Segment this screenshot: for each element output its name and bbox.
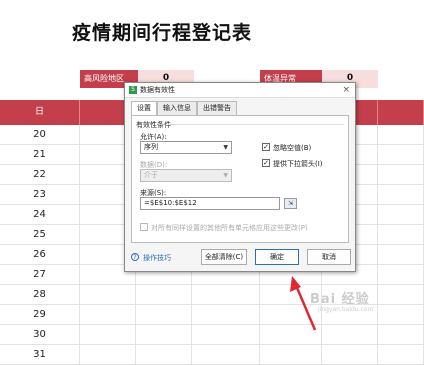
table-cell[interactable] bbox=[80, 345, 136, 365]
watermark-url: jingyan.baidu.com bbox=[318, 306, 374, 313]
table-cell[interactable] bbox=[260, 345, 322, 365]
table-cell[interactable] bbox=[378, 345, 424, 365]
watermark-logo: Bai 经验 bbox=[310, 292, 370, 307]
date-cell[interactable]: 31 bbox=[0, 345, 80, 365]
table-row: 31 bbox=[0, 345, 424, 365]
table-cell[interactable] bbox=[322, 345, 378, 365]
table-cell[interactable] bbox=[192, 345, 260, 365]
table-cell[interactable] bbox=[136, 345, 192, 365]
arrow-head bbox=[290, 276, 301, 292]
